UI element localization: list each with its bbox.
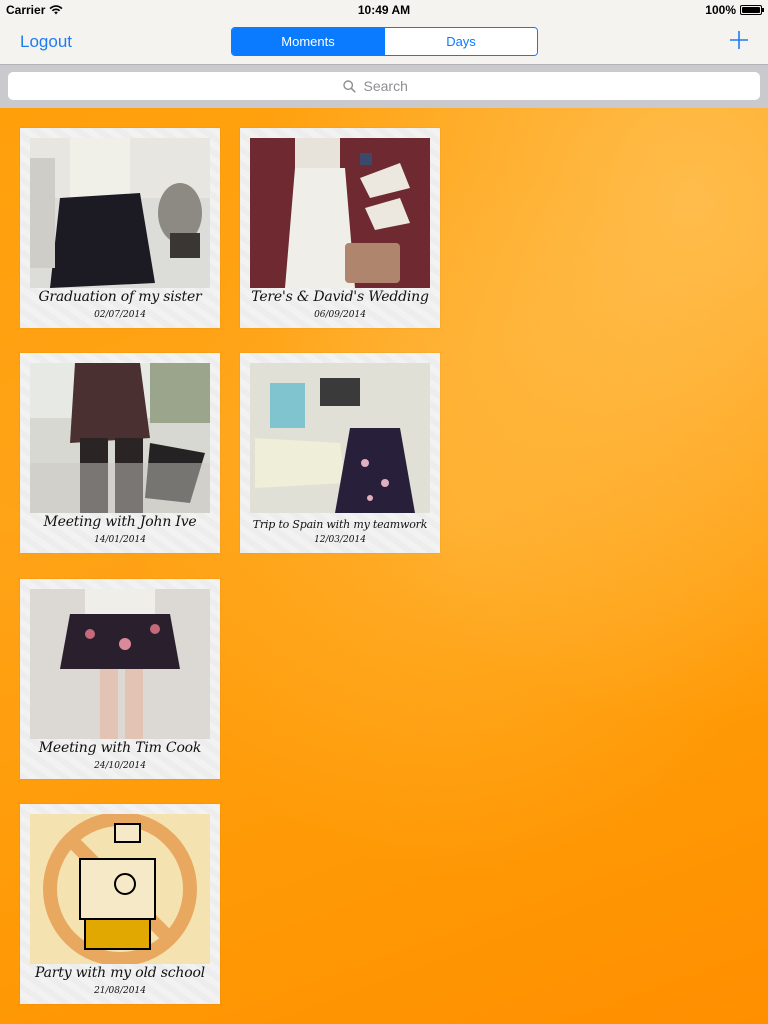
moment-card[interactable]: Tere's & David's Wedding 06/09/2014 [240, 128, 440, 328]
moment-date: 12/03/2014 [314, 535, 366, 545]
no-photo-camera-icon [30, 814, 210, 964]
moments-grid: Graduation of my sister 02/07/2014 Tere'… [0, 108, 768, 1024]
moment-card[interactable]: Meeting with Tim Cook 24/10/2014 [20, 579, 220, 779]
navigation-bar: Logout Moments Days [0, 20, 768, 64]
search-icon [342, 79, 356, 93]
moment-date: 14/01/2014 [94, 535, 146, 545]
moment-title: Trip to Spain with my teamwork [252, 518, 428, 531]
moment-title: Tere's & David's Wedding [251, 289, 429, 305]
moment-title: Party with my old school [35, 965, 205, 981]
search-input[interactable] [361, 77, 426, 95]
status-bar: Carrier 10:49 AM 100% [0, 0, 768, 20]
moment-photo [250, 138, 430, 288]
moment-photo [30, 363, 210, 513]
battery-indicator: 100% [705, 3, 764, 17]
search-field[interactable] [8, 72, 760, 100]
status-time: 10:49 AM [357, 3, 411, 17]
moment-photo [30, 589, 210, 739]
moment-photo [30, 814, 210, 964]
moment-card[interactable]: Meeting with John Ive 14/01/2014 [20, 353, 220, 553]
moment-date: 02/07/2014 [94, 310, 146, 320]
view-segmented-control: Moments Days [231, 27, 538, 56]
moment-date: 24/10/2014 [94, 761, 146, 771]
battery-icon [740, 5, 764, 15]
battery-percent: 100% [705, 3, 736, 17]
segment-days[interactable]: Days [384, 28, 537, 55]
logout-button[interactable]: Logout [20, 32, 72, 52]
moment-photo [30, 138, 210, 288]
moment-date: 06/09/2014 [314, 310, 366, 320]
moment-title: Meeting with Tim Cook [38, 740, 202, 756]
moment-date: 21/08/2014 [94, 986, 146, 996]
segment-moments[interactable]: Moments [232, 28, 384, 55]
search-bar [0, 64, 768, 108]
moment-title: Graduation of my sister [38, 289, 202, 305]
plus-icon[interactable] [728, 29, 750, 51]
moment-card[interactable]: Party with my old school 21/08/2014 [20, 804, 220, 1004]
moment-photo [250, 363, 430, 513]
moment-card[interactable]: Trip to Spain with my teamwork 12/03/201… [240, 353, 440, 553]
moment-card[interactable]: Graduation of my sister 02/07/2014 [20, 128, 220, 328]
moment-title: Meeting with John Ive [43, 514, 197, 530]
